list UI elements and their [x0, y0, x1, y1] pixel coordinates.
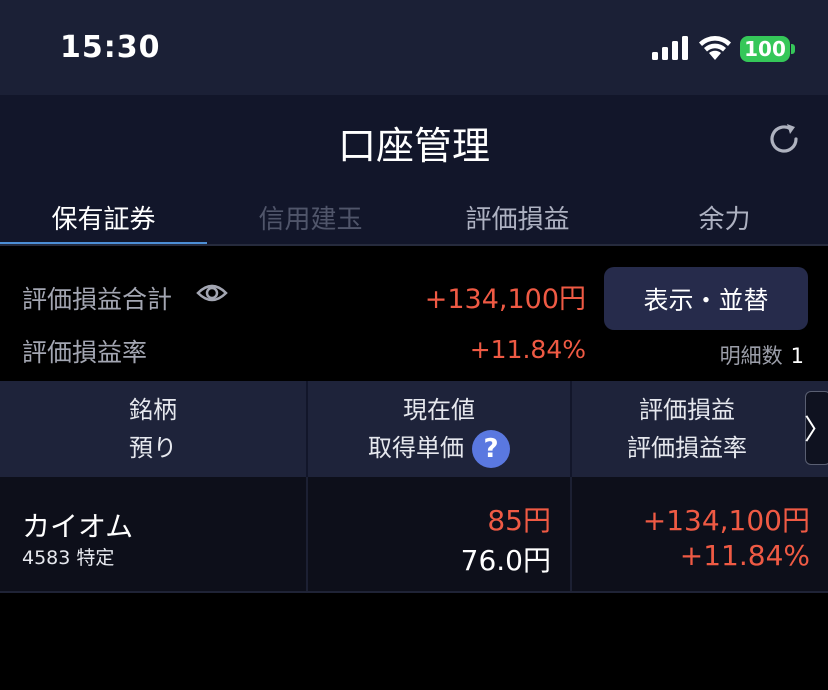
- battery-tip: [791, 44, 795, 54]
- help-icon[interactable]: ?: [472, 430, 510, 468]
- pl-rate: +11.84%: [679, 539, 810, 572]
- header-current-price: 現在値: [403, 396, 475, 424]
- detail-count-label: 明細数: [719, 344, 783, 368]
- column-header-price[interactable]: 現在値 取得単価?: [308, 381, 570, 477]
- tab-valuation-pl[interactable]: 評価損益: [414, 187, 621, 245]
- total-pl-value: +134,100円: [424, 284, 586, 315]
- eye-icon[interactable]: [196, 282, 228, 304]
- chevron-right-icon: 〉: [804, 408, 828, 448]
- battery-indicator: 100: [740, 36, 790, 62]
- status-time: 15:30: [60, 30, 161, 65]
- header-stock-name: 銘柄: [129, 396, 177, 424]
- pl-rate-label: 評価損益率: [22, 338, 148, 367]
- header-acquisition-price-wrap: 取得単価?: [308, 429, 570, 468]
- tab-buying-power[interactable]: 余力: [621, 187, 828, 245]
- column-header-pl[interactable]: 評価損益 評価損益率: [572, 381, 828, 477]
- tab-bar: 保有証券 信用建玉 評価損益 余力: [0, 187, 828, 246]
- total-pl-label: 評価損益合計: [22, 285, 173, 314]
- stock-code-account: 4583 特定: [22, 547, 115, 569]
- tab-holdings[interactable]: 保有証券: [0, 187, 207, 245]
- header: 口座管理 保有証券 信用建玉 評価損益 余力: [0, 95, 828, 246]
- pl-rate-value: +11.84%: [469, 335, 586, 364]
- cellular-signal-icon: [652, 36, 688, 60]
- tab-label: 余力: [698, 205, 751, 235]
- summary-panel: 評価損益合計 +134,100円 評価損益率 +11.84% 表示・並替 明細数…: [0, 246, 828, 381]
- table-row[interactable]: カイオム 4583 特定 85円 76.0円 +134,100円 +11.84%: [0, 477, 828, 592]
- header-pl-amount: 評価損益: [639, 396, 735, 424]
- scroll-right-button[interactable]: 〉: [804, 391, 828, 465]
- pl-amount: +134,100円: [642, 504, 810, 537]
- divider: [306, 477, 308, 592]
- table-header: 銘柄 預り 現在値 取得単価? 評価損益 評価損益率: [0, 381, 828, 477]
- status-bar: 15:30 100: [0, 0, 828, 95]
- detail-count-value: 1: [790, 344, 804, 368]
- display-sort-button[interactable]: 表示・並替: [604, 267, 808, 330]
- divider: [570, 477, 572, 592]
- header-acquisition-price: 取得単価: [368, 434, 464, 462]
- detail-count: 明細数 1: [720, 340, 804, 370]
- page-title: 口座管理: [337, 124, 490, 168]
- tab-label: 信用建玉: [258, 205, 363, 235]
- column-header-stock[interactable]: 銘柄 預り: [0, 381, 306, 477]
- header-account-type: 預り: [129, 434, 177, 462]
- refresh-icon[interactable]: [766, 121, 802, 157]
- wifi-icon: [699, 36, 731, 60]
- current-price: 85円: [487, 504, 551, 537]
- header-pl-rate: 評価損益率: [627, 434, 747, 462]
- tab-margin-positions[interactable]: 信用建玉: [207, 187, 414, 245]
- divider: [0, 591, 828, 593]
- tab-label: 評価損益: [465, 205, 570, 235]
- tab-label: 保有証券: [51, 205, 156, 235]
- acquisition-price: 76.0円: [460, 544, 551, 577]
- stock-name: カイオム: [22, 510, 134, 543]
